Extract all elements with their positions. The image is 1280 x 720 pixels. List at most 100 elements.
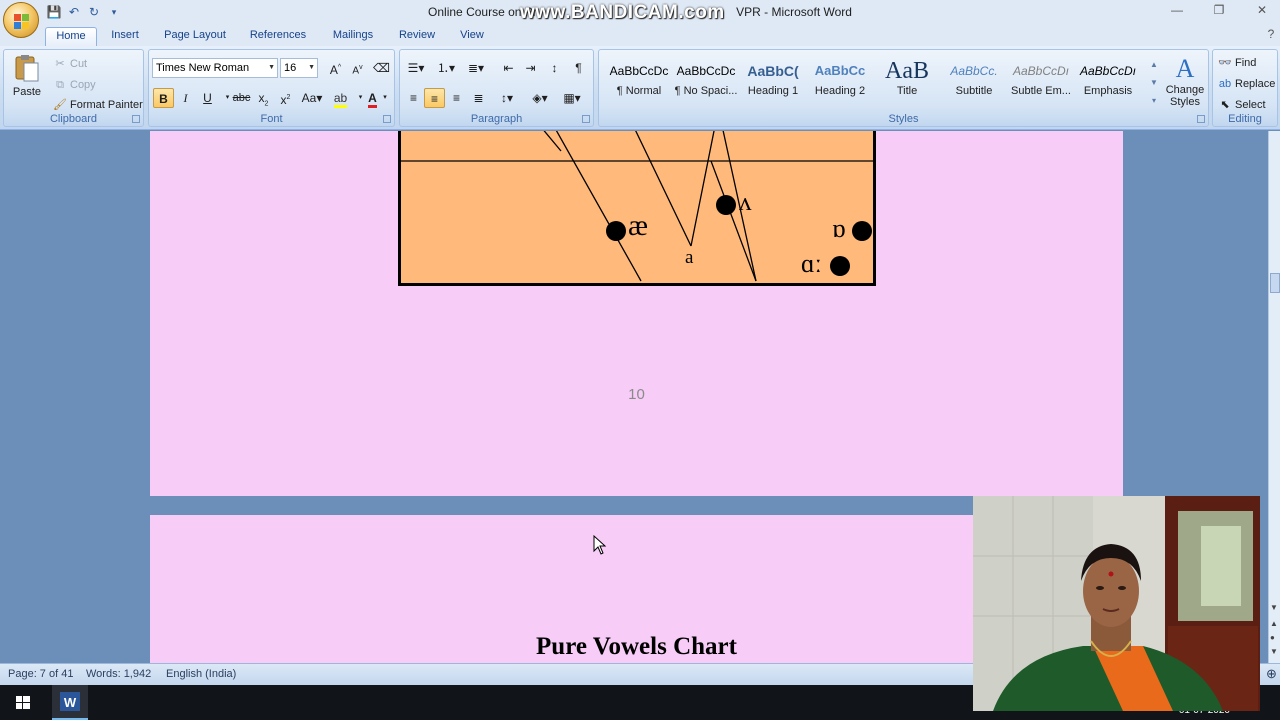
bold-icon[interactable]: B (153, 88, 174, 108)
styles-scroll[interactable]: ▲ ▼ ▾ (1148, 56, 1160, 112)
style-subtitle[interactable]: AaBbCc. Subtitle (941, 57, 1007, 109)
highlight-icon[interactable]: ab (330, 88, 351, 108)
italic-icon[interactable]: I (175, 88, 196, 108)
format-painter-label: Format Painter (70, 99, 143, 111)
tab-view[interactable]: View (453, 27, 491, 46)
change-styles-button[interactable]: A Change Styles (1163, 54, 1207, 114)
select-label: Select (1235, 99, 1266, 111)
font-launcher-icon[interactable] (383, 115, 391, 123)
style-heading-2[interactable]: AaBbCc Heading 2 (807, 57, 873, 109)
paste-button[interactable]: Paste (10, 53, 44, 111)
vowel-symbol: æ (628, 209, 649, 242)
styles-launcher-icon[interactable] (1197, 115, 1205, 123)
next-page-icon[interactable]: ▼ (1270, 647, 1278, 656)
vowel-symbol: a (685, 247, 694, 268)
select-button[interactable]: ⬉ Select (1218, 96, 1266, 114)
replace-label: Replace (1235, 78, 1276, 90)
select-browse-object-icon[interactable]: ● (1270, 633, 1275, 642)
style-title[interactable]: AaB Title (874, 57, 940, 109)
restore-icon[interactable]: ❐ (1208, 3, 1230, 19)
subscript-icon[interactable]: x2 (253, 88, 274, 108)
superscript-icon[interactable]: x2 (275, 88, 296, 108)
style-no-spacing[interactable]: AaBbCcDc ¶ No Spaci... (673, 57, 739, 109)
tab-review[interactable]: Review (394, 27, 440, 46)
change-styles-icon: A (1175, 54, 1195, 83)
numbering-icon[interactable]: ⒈▾ (433, 58, 459, 78)
style-sample: AaBbCc (814, 63, 866, 78)
paragraph-group-label: Paragraph (470, 113, 523, 125)
font-color-dropdown-icon[interactable]: ▾ (379, 88, 391, 108)
scrollbar-thumb[interactable] (1270, 273, 1280, 293)
style-emphasis[interactable]: AaBbCcDı Emphasis (1075, 57, 1141, 109)
styles-group: AaBbCcDc ¶ Normal AaBbCcDc ¶ No Spaci...… (598, 49, 1209, 127)
tab-home[interactable]: Home (45, 27, 97, 46)
replace-icon: ab (1218, 78, 1232, 90)
strikethrough-icon[interactable]: abc (231, 88, 252, 108)
paste-icon (15, 55, 39, 82)
tab-insert[interactable]: Insert (104, 27, 146, 46)
taskbar-word-app[interactable]: W (52, 685, 88, 720)
align-center-icon[interactable]: ≡ (424, 88, 445, 108)
scroll-down-icon[interactable]: ▼ (1270, 603, 1278, 612)
sort-icon[interactable]: ↕ (544, 58, 565, 78)
borders-icon[interactable]: ▦▾ (558, 88, 586, 108)
page-count-status[interactable]: Page: 7 of 41 (8, 668, 73, 680)
copy-label: Copy (70, 79, 96, 91)
bullets-icon[interactable]: ☰▾ (403, 58, 429, 78)
grow-font-icon[interactable]: A^ (325, 58, 346, 78)
editing-group-label: Editing (1228, 113, 1262, 125)
vertical-scrollbar[interactable]: ▼ ▲ ● ▼ (1268, 131, 1280, 663)
style-heading-1[interactable]: AaBbC( Heading 1 (740, 57, 806, 109)
style-sample: AaBbCc. (950, 64, 998, 78)
language-status[interactable]: English (India) (166, 668, 236, 680)
document-page[interactable]: æ ʌ a ɒ ɑː 10 (150, 131, 1123, 496)
paintbrush-icon: 🖌 (53, 99, 67, 111)
zoom-in-icon[interactable]: ⊕ (1266, 666, 1277, 682)
font-size-select[interactable]: 16 ▼ (280, 58, 318, 78)
start-button[interactable] (0, 685, 46, 720)
cursor-select-icon: ⬉ (1220, 99, 1230, 111)
clear-formatting-icon[interactable]: ⌫ (371, 58, 392, 78)
shrink-font-icon[interactable]: Av (347, 58, 368, 78)
word-count-status[interactable]: Words: 1,942 (86, 668, 151, 680)
clipboard-launcher-icon[interactable] (132, 115, 140, 123)
cut-button[interactable]: ✂ Cut (53, 55, 87, 73)
binoculars-icon: 👓 (1218, 57, 1232, 69)
chevron-down-icon: ▼ (268, 64, 275, 71)
help-icon[interactable]: ? (1264, 27, 1278, 43)
styles-group-label: Styles (888, 113, 919, 125)
vowel-chart-image[interactable]: æ ʌ a ɒ ɑː (398, 131, 876, 286)
justify-icon[interactable]: ≣ (468, 88, 489, 108)
align-right-icon[interactable]: ≡ (446, 88, 467, 108)
close-icon[interactable]: ✕ (1251, 3, 1273, 19)
paragraph-launcher-icon[interactable] (582, 115, 590, 123)
bandicam-watermark: www.BANDICAM.com (520, 2, 725, 23)
find-label: Find (1235, 57, 1257, 69)
tab-references[interactable]: References (245, 27, 311, 46)
style-subtle-emphasis[interactable]: AaBbCcDı Subtle Em... (1008, 57, 1074, 109)
ribbon: Paste ✂ Cut ⧉ Copy 🖌 Format Painter Clip… (0, 46, 1280, 130)
line-spacing-icon[interactable]: ↕▾ (494, 88, 520, 108)
style-normal[interactable]: AaBbCcDc ¶ Normal (606, 57, 672, 109)
find-button[interactable]: 👓 Find (1218, 54, 1256, 72)
font-family-value: Times New Roman (156, 62, 250, 74)
show-formatting-icon[interactable]: ¶ (568, 58, 589, 78)
font-family-select[interactable]: Times New Roman ▼ (152, 58, 278, 78)
increase-indent-icon[interactable]: ⇥ (520, 58, 541, 78)
change-case-icon[interactable]: Aa▾ (299, 88, 325, 108)
tab-mailings[interactable]: Mailings (325, 27, 381, 46)
previous-page-icon[interactable]: ▲ (1270, 619, 1278, 628)
style-name: Subtitle (955, 85, 993, 97)
format-painter-button[interactable]: 🖌 Format Painter (53, 96, 143, 114)
decrease-indent-icon[interactable]: ⇤ (498, 58, 519, 78)
align-left-icon[interactable]: ≡ (403, 88, 424, 108)
shading-icon[interactable]: ◈▾ (526, 88, 554, 108)
office-button[interactable] (3, 2, 39, 38)
multilevel-list-icon[interactable]: ≣▾ (463, 58, 489, 78)
replace-button[interactable]: ab Replace (1218, 75, 1275, 93)
underline-icon[interactable]: U (197, 88, 218, 108)
tab-page-layout[interactable]: Page Layout (158, 27, 232, 46)
copy-button[interactable]: ⧉ Copy (53, 76, 96, 94)
editing-group: 👓 Find ab Replace ⬉ Select Editing (1212, 49, 1278, 127)
minimize-icon[interactable]: — (1166, 3, 1188, 19)
